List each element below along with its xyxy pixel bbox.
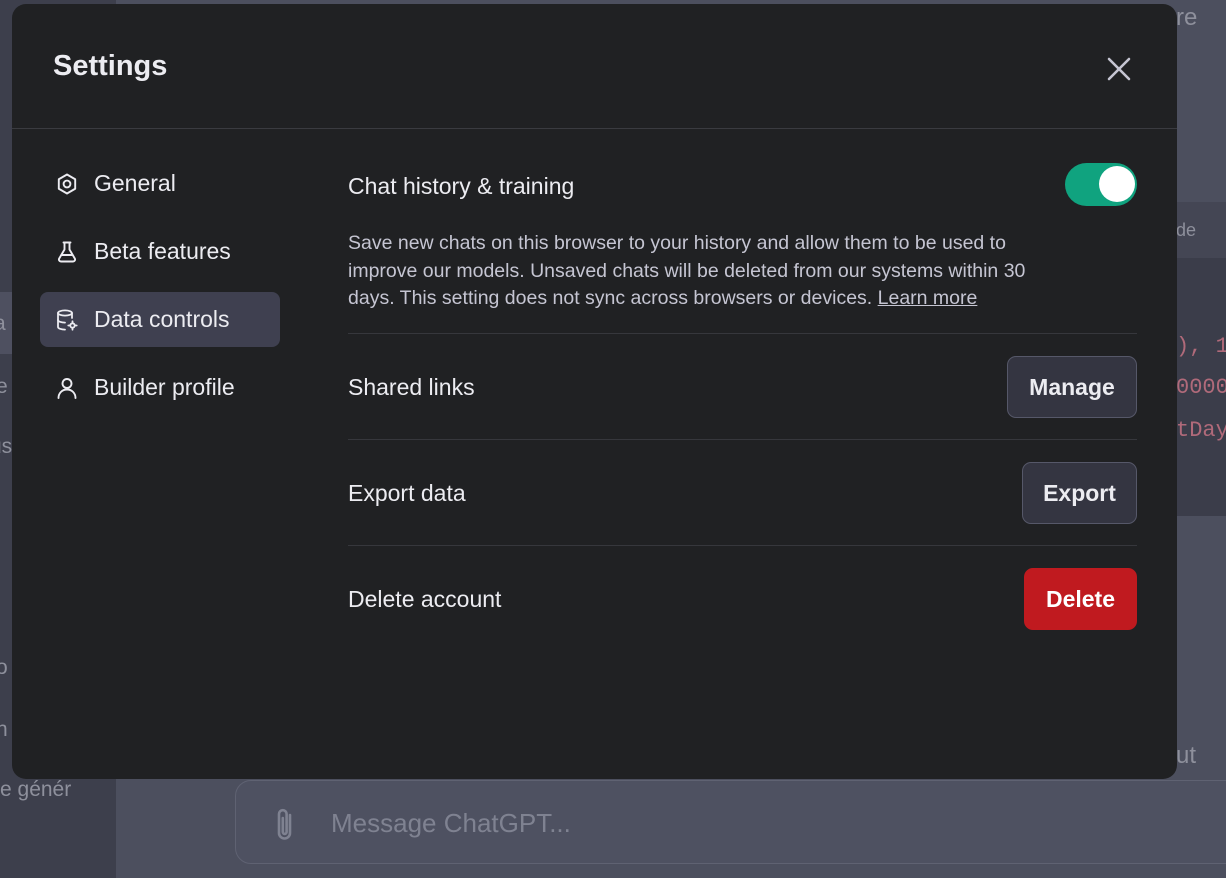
background-sidebar-fragment: e: [0, 375, 8, 398]
close-icon: [1107, 57, 1131, 81]
paperclip-icon[interactable]: [270, 805, 300, 845]
background-main-fragment: ut: [1176, 742, 1197, 769]
nav-item-label: Beta features: [94, 238, 231, 264]
background-top-fragment: re: [1176, 4, 1198, 31]
nav-item-beta-features[interactable]: Beta features: [40, 224, 280, 279]
export-data-row: Export data Export: [348, 461, 1137, 525]
nav-item-label: Builder profile: [94, 374, 235, 400]
nav-item-data-controls[interactable]: Data controls: [40, 292, 280, 347]
close-button[interactable]: [1100, 50, 1138, 88]
chat-history-title: Chat history & training: [348, 173, 575, 199]
shared-links-row: Shared links Manage: [348, 355, 1137, 419]
learn-more-link[interactable]: Learn more: [878, 287, 978, 309]
divider: [348, 333, 1137, 334]
background-code-header-text: de: [1176, 220, 1197, 240]
divider: [348, 545, 1137, 546]
settings-nav: General Beta features Data controls Buil…: [40, 156, 280, 428]
nav-item-label: Data controls: [94, 306, 230, 332]
message-composer[interactable]: Message ChatGPT...: [235, 780, 1226, 864]
background-sidebar-fragment: a: [0, 312, 6, 336]
chat-history-toggle[interactable]: [1065, 163, 1137, 206]
delete-account-row: Delete account Delete: [348, 567, 1137, 631]
manage-button[interactable]: Manage: [1007, 356, 1137, 418]
nav-item-label: General: [94, 170, 176, 196]
background-sidebar-fragment: us: [0, 435, 13, 458]
background-sidebar-fragment: o: [0, 656, 8, 679]
delete-button[interactable]: Delete: [1024, 568, 1137, 630]
database-gear-icon: [54, 307, 80, 333]
export-data-title: Export data: [348, 479, 466, 506]
modal-title: Settings: [53, 50, 168, 82]
flask-icon: [54, 239, 80, 265]
export-button[interactable]: Export: [1022, 462, 1137, 524]
settings-modal: Settings General Beta features Data cont…: [12, 4, 1177, 779]
nav-item-builder-profile[interactable]: Builder profile: [40, 360, 280, 415]
nav-item-general[interactable]: General: [40, 156, 280, 211]
background-sidebar-fragment: e génér: [0, 778, 72, 801]
background-sidebar-fragment: n: [0, 718, 8, 741]
modal-header: Settings: [12, 4, 1177, 129]
gear-icon: [54, 171, 80, 197]
delete-account-title: Delete account: [348, 585, 502, 612]
background-code-line: ), 1: [1176, 334, 1226, 359]
message-input-placeholder: Message ChatGPT...: [331, 808, 571, 838]
toggle-knob: [1099, 166, 1135, 202]
person-icon: [54, 375, 80, 401]
background-code-line: tDay: [1176, 418, 1226, 443]
shared-links-title: Shared links: [348, 373, 475, 400]
chat-history-row: Chat history & training: [348, 156, 1137, 216]
background-code-line: 0000: [1176, 375, 1226, 400]
chat-history-description: Save new chats on this browser to your h…: [348, 230, 1048, 313]
divider: [348, 439, 1137, 440]
